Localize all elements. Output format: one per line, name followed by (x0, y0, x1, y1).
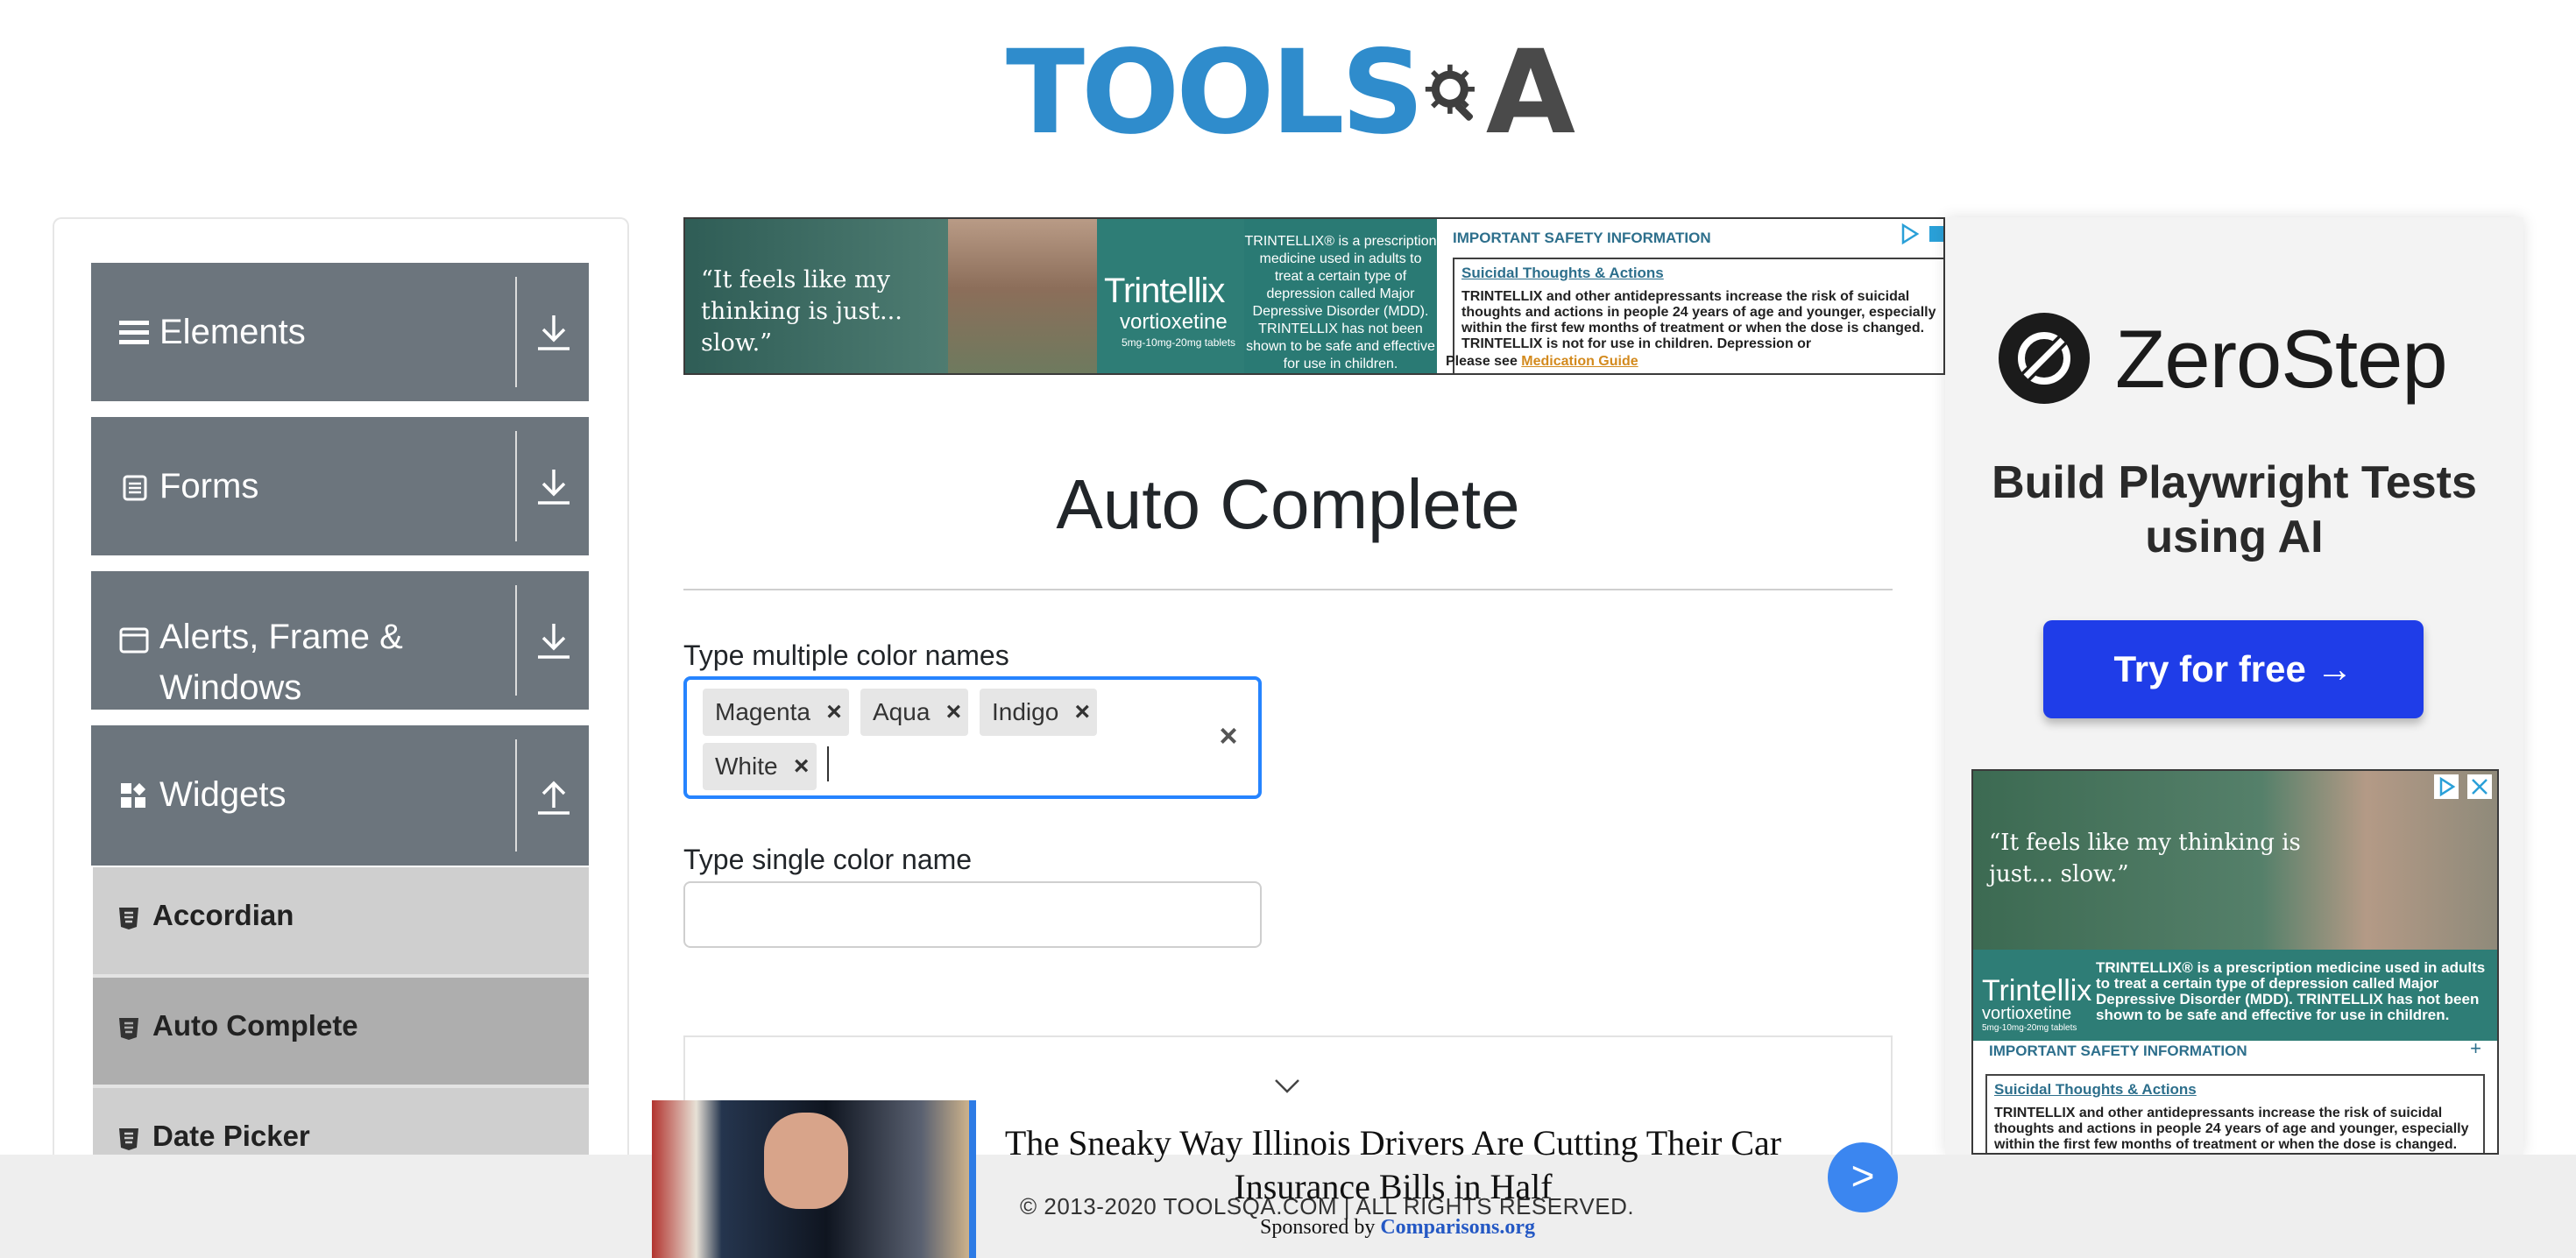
sidebar-group-widgets[interactable]: Widgets (91, 725, 589, 866)
top-ad-banner[interactable]: “It feels like my thinking is just... sl… (683, 217, 1945, 375)
chip-label: Aqua (873, 698, 931, 725)
sidebar-item-label: Date Picker (152, 1120, 310, 1152)
divider (515, 431, 517, 541)
html5-icon (119, 1018, 138, 1040)
ad-brand-panel: Trintellix vortioxetine 5mg-10mg-20mg ta… (1097, 219, 1244, 373)
ad-image-panel: “It feels like my thinking is just... sl… (685, 219, 1097, 373)
color-chip: White × (703, 743, 817, 790)
right-ad-trintellix[interactable]: “It feels like my thinking is just... sl… (1971, 769, 2499, 1155)
adchoices-icon[interactable] (2434, 774, 2459, 799)
ad-body: TRINTELLIX and other antidepressants inc… (1994, 1106, 2469, 1152)
download-arrow-icon[interactable] (531, 618, 577, 664)
zerostep-tagline: Build Playwright Tests using AI (1992, 457, 2477, 562)
ad-body: TRINTELLIX and other antidepressants inc… (1461, 289, 1936, 351)
ad-isi-title: IMPORTANT SAFETY INFORMATION (1453, 230, 1711, 246)
ad-brand: Trintellix (1104, 272, 1225, 310)
chip-remove-icon[interactable]: × (787, 743, 817, 790)
download-arrow-icon[interactable] (531, 464, 577, 510)
html5-icon (119, 908, 138, 929)
ad-close-icon[interactable] (2467, 774, 2492, 799)
sidebar-group-label: Alerts, Frame & Windows (159, 618, 403, 707)
ad-isi-box[interactable]: Suicidal Thoughts & Actions TRINTELLIX a… (1985, 1074, 2485, 1153)
color-chip: Aqua × (860, 689, 969, 736)
sidebar-item-label: Accordian (152, 899, 294, 931)
sidebar-item-auto-complete[interactable]: Auto Complete (93, 978, 589, 1088)
ad-person-image (948, 219, 1097, 373)
multi-color-label: Type multiple color names (683, 640, 1009, 671)
ad-brand-band: Trintellix vortioxetine 5mg-10mg-20mg ta… (1973, 950, 2497, 1041)
zerostep-brand: ZeroStep (2115, 313, 2448, 405)
download-arrow-icon[interactable] (531, 310, 577, 356)
sidebar-item-accordian[interactable]: Accordian (93, 867, 589, 978)
sponsored-ad-image[interactable] (652, 1100, 976, 1258)
form-icon (123, 475, 147, 501)
hamburger-icon (119, 321, 149, 344)
sponsored-prefix: Sponsored by (1260, 1216, 1381, 1239)
ad-close-icon[interactable] (1929, 223, 1943, 245)
sponsored-ad-next-button[interactable]: > (1828, 1142, 1898, 1212)
single-color-input[interactable] (683, 881, 1262, 948)
logo-a-text: A (1485, 25, 1575, 160)
zerostep-logo-icon (1999, 313, 2090, 404)
sidebar-item-label: Auto Complete (152, 1009, 358, 1042)
sidebar-group-label: Elements (159, 313, 306, 351)
single-color-label: Type single color name (683, 844, 973, 875)
title-divider (683, 589, 1893, 590)
color-chip: Indigo × (980, 689, 1098, 736)
chip-remove-icon[interactable]: × (1067, 689, 1097, 736)
widgets-icon (121, 782, 146, 808)
ad-quote: “It feels like my thinking is just... sl… (1989, 830, 2301, 887)
ad-see-prefix: Please see (1446, 354, 1522, 369)
sidebar-group-elements[interactable]: Elements (91, 263, 589, 401)
ad-person-face (764, 1113, 848, 1209)
chip-label: Magenta (715, 698, 810, 725)
divider (515, 277, 517, 387)
chevron-down-icon[interactable] (1272, 1071, 1302, 1100)
sidebar: Elements Forms Alerts, Frame & Windows W… (53, 217, 629, 1258)
ad-dose: 5mg-10mg-20mg tablets (1122, 336, 1236, 349)
ad-image-panel: “It feels like my thinking is just... sl… (1973, 771, 2497, 950)
divider (515, 585, 517, 696)
ad-quote: “It feels like my thinking is just... sl… (701, 266, 902, 357)
text-caret (827, 746, 829, 781)
html5-icon (119, 1128, 138, 1150)
sponsored-ad-headline[interactable]: The Sneaky Way Illinois Drivers Are Cutt… (973, 1121, 1814, 1209)
sidebar-group-forms[interactable]: Forms (91, 417, 589, 555)
sidebar-group-label: Widgets (159, 775, 287, 814)
ad-subhead[interactable]: Suicidal Thoughts & Actions (1994, 1081, 2476, 1099)
multi-color-input[interactable]: Magenta × Aqua × Indigo × White × (683, 676, 1262, 799)
sidebar-group-alerts[interactable]: Alerts, Frame & Windows (91, 571, 589, 710)
chip-remove-icon[interactable]: × (819, 689, 849, 736)
divider (515, 739, 517, 852)
ad-description: TRINTELLIX® is a prescription medicine u… (1244, 219, 1437, 373)
window-icon (119, 627, 149, 654)
page-title: Auto Complete (1056, 465, 1520, 543)
ad-subhead[interactable]: Suicidal Thoughts & Actions (1461, 265, 1936, 282)
sponsor-link[interactable]: Comparisons.org (1380, 1216, 1535, 1239)
medication-guide-link[interactable]: Medication Guide (1521, 354, 1638, 369)
sidebar-group-label: Forms (159, 467, 259, 505)
sponsored-by-line: Sponsored by Comparisons.org (1260, 1216, 1535, 1240)
ad-description: TRINTELLIX® is a prescription medicine u… (2096, 959, 2486, 1023)
adchoices-icon[interactable] (1898, 223, 1921, 245)
chip-remove-icon[interactable]: × (938, 689, 968, 736)
ad-dose: 5mg-10mg-20mg tablets (1982, 1023, 2077, 1033)
toolsqa-logo[interactable]: TOOLS Q A (1006, 25, 1575, 161)
clear-all-icon[interactable]: × (1213, 717, 1244, 755)
chip-label: White (715, 753, 778, 780)
ad-isi-title: IMPORTANT SAFETY INFORMATION (1989, 1042, 2247, 1059)
ad-generic: vortioxetine (1982, 1004, 2072, 1023)
ad-see-line: Please see Medication Guide (1446, 354, 1638, 370)
ad-safety-panel: IMPORTANT SAFETY INFORMATION Suicidal Th… (1437, 219, 1943, 373)
logo-tools-text: TOOLS (1006, 25, 1425, 160)
try-for-free-button[interactable]: Try for free → (2043, 620, 2424, 718)
expand-plus-icon[interactable]: + (2470, 1037, 2481, 1060)
chip-label: Indigo (992, 698, 1059, 725)
color-chip: Magenta × (703, 689, 849, 736)
gear-q-icon: Q (1425, 64, 1475, 121)
upload-arrow-icon[interactable] (531, 774, 577, 820)
ad-generic: vortioxetine (1120, 310, 1228, 334)
